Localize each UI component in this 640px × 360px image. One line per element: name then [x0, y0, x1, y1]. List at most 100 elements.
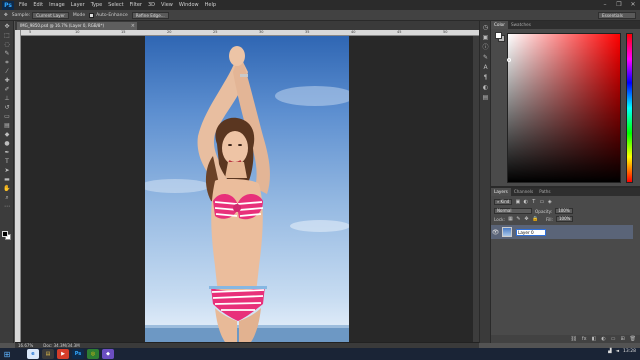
- more-tools-icon[interactable]: ⋯: [3, 204, 11, 210]
- color-picker-field[interactable]: [507, 33, 621, 183]
- color-picker-marker[interactable]: [507, 58, 511, 62]
- menu-file[interactable]: File: [16, 2, 30, 8]
- shape-filter-icon[interactable]: ▭: [539, 199, 544, 205]
- refine-edge-button[interactable]: Refine Edge...: [131, 11, 169, 19]
- fill-input[interactable]: 100%: [555, 216, 574, 222]
- lock-position-icon[interactable]: ✥: [524, 216, 529, 222]
- brush-panel-icon[interactable]: ✎: [482, 55, 489, 61]
- brush-tool-icon[interactable]: ✐: [3, 87, 11, 93]
- history-panel-icon[interactable]: ◷: [482, 25, 489, 31]
- clock[interactable]: 13:28: [623, 349, 636, 354]
- layer-row[interactable]: 👁 Layer 0: [491, 225, 633, 239]
- dodge-tool-icon[interactable]: ●: [3, 141, 11, 147]
- properties-panel-icon[interactable]: ▣: [482, 35, 489, 41]
- blend-mode-select[interactable]: Normal: [494, 208, 532, 214]
- hue-slider[interactable]: [626, 33, 633, 183]
- new-layer-icon[interactable]: ⊞: [620, 336, 624, 342]
- new-group-icon[interactable]: ▭: [611, 336, 616, 342]
- visibility-eye-icon[interactable]: 👁: [491, 229, 500, 236]
- menu-window[interactable]: Window: [176, 2, 202, 8]
- taskbar-app-icon[interactable]: ◆: [102, 349, 114, 359]
- volume-icon[interactable]: ◄: [616, 349, 619, 354]
- type-tool-icon[interactable]: T: [3, 159, 11, 165]
- blur-tool-icon[interactable]: ◆: [3, 132, 11, 138]
- tab-paths[interactable]: Paths: [536, 188, 553, 196]
- layer-thumbnail[interactable]: [502, 227, 512, 237]
- menu-type[interactable]: Type: [88, 2, 105, 8]
- workspace-select[interactable]: Essentials: [598, 12, 636, 19]
- layers-panel: Layers Channels Paths ⌕ Kind ▣ ◐ T ▭ ◈ N…: [491, 186, 640, 343]
- taskbar-app-icon[interactable]: ▶: [57, 349, 69, 359]
- restore-icon[interactable]: ❐: [615, 1, 623, 8]
- opacity-input[interactable]: 100%: [555, 208, 573, 214]
- pen-tool-icon[interactable]: ✒: [3, 150, 11, 156]
- layer-name-input[interactable]: Layer 0: [516, 228, 546, 236]
- delete-layer-icon[interactable]: 🗑: [630, 336, 636, 342]
- taskbar-app-icon[interactable]: ◎: [87, 349, 99, 359]
- menu-view[interactable]: View: [158, 2, 176, 8]
- taskbar-app-icon[interactable]: ▤: [42, 349, 54, 359]
- document-image[interactable]: [145, 36, 349, 342]
- network-icon[interactable]: ▟: [608, 349, 611, 354]
- document-tab[interactable]: IMG_9850.psd @ 16.7% (Layer 0, RGB/8*) ×: [17, 22, 137, 30]
- link-layers-icon[interactable]: ⛓: [571, 336, 577, 342]
- hand-tool-icon[interactable]: ✋: [3, 186, 11, 192]
- stamp-tool-icon[interactable]: ⊥: [3, 96, 11, 102]
- menu-3d[interactable]: 3D: [145, 2, 158, 8]
- path-select-tool-icon[interactable]: ➤: [3, 168, 11, 174]
- type-filter-icon[interactable]: T: [531, 199, 536, 205]
- tab-layers[interactable]: Layers: [491, 188, 511, 196]
- gradient-tool-icon[interactable]: ▤: [3, 123, 11, 129]
- notes-panel-icon[interactable]: ▤: [482, 95, 489, 101]
- eraser-tool-icon[interactable]: ▭: [3, 114, 11, 120]
- history-brush-icon[interactable]: ↺: [3, 105, 11, 111]
- pixel-filter-icon[interactable]: ▣: [515, 199, 520, 205]
- layer-style-icon[interactable]: fx: [582, 336, 587, 342]
- smart-object-filter-icon[interactable]: ◈: [547, 199, 552, 205]
- lasso-tool-icon[interactable]: ◌: [3, 42, 11, 48]
- close-icon[interactable]: ✕: [629, 1, 637, 8]
- color-foreground-swatch[interactable]: [495, 32, 502, 39]
- menu-select[interactable]: Select: [105, 2, 126, 8]
- eyedropper-tool-icon[interactable]: ⁄: [3, 69, 11, 75]
- auto-enhance-checkbox[interactable]: [89, 12, 95, 18]
- paragraph-panel-icon[interactable]: ¶: [482, 75, 489, 81]
- menu-image[interactable]: Image: [46, 2, 68, 8]
- tab-color[interactable]: Color: [491, 21, 508, 29]
- menu-edit[interactable]: Edit: [30, 2, 46, 8]
- info-panel-icon[interactable]: ⓘ: [482, 45, 489, 51]
- close-tab-icon[interactable]: ×: [131, 22, 135, 30]
- adjustments-panel-icon[interactable]: ◐: [482, 85, 489, 91]
- character-panel-icon[interactable]: A: [482, 65, 489, 71]
- minimize-icon[interactable]: –: [601, 1, 609, 8]
- menu-layer[interactable]: Layer: [68, 2, 88, 8]
- windows-start-icon[interactable]: ⊞: [0, 348, 14, 360]
- menu-help[interactable]: Help: [202, 2, 219, 8]
- zoom-tool-icon[interactable]: ⌕: [3, 195, 11, 201]
- add-mask-icon[interactable]: ◧: [592, 336, 597, 342]
- healing-tool-icon[interactable]: ✚: [3, 78, 11, 84]
- ruler-tick: 5: [29, 30, 32, 34]
- lock-all-icon[interactable]: 🔒: [532, 216, 538, 222]
- sample-select[interactable]: Current Layer: [32, 11, 69, 19]
- taskbar-app-icon[interactable]: Ps: [72, 349, 84, 359]
- foreground-color-swatch[interactable]: [2, 231, 8, 237]
- tab-swatches[interactable]: Swatches: [508, 21, 534, 29]
- move-tool-icon[interactable]: ✥: [3, 24, 11, 30]
- tab-channels[interactable]: Channels: [511, 188, 536, 196]
- taskbar-app-icon[interactable]: e: [27, 349, 39, 359]
- lock-transparency-icon[interactable]: ▦: [508, 216, 513, 222]
- quick-select-tool-icon[interactable]: ✎: [3, 51, 11, 57]
- shape-tool-icon[interactable]: ▬: [3, 177, 11, 183]
- marquee-tool-icon[interactable]: ⬚: [3, 33, 11, 39]
- lock-pixels-icon[interactable]: ✎: [516, 216, 521, 222]
- tool-preset-icon[interactable]: ✥: [4, 13, 8, 18]
- menu-filter[interactable]: Filter: [127, 2, 145, 8]
- kind-filter-select[interactable]: ⌕ Kind: [494, 199, 513, 205]
- layers-footer: ⛓ fx ◧ ◐ ▭ ⊞ 🗑: [491, 335, 640, 343]
- document-tab-title: IMG_9850.psd @ 16.7% (Layer 0, RGB/8*): [20, 23, 105, 28]
- adjustment-filter-icon[interactable]: ◐: [523, 199, 528, 205]
- new-adjustment-icon[interactable]: ◐: [601, 336, 605, 342]
- crop-tool-icon[interactable]: ⌗: [3, 60, 11, 66]
- ruler-tick: 50: [443, 30, 448, 34]
